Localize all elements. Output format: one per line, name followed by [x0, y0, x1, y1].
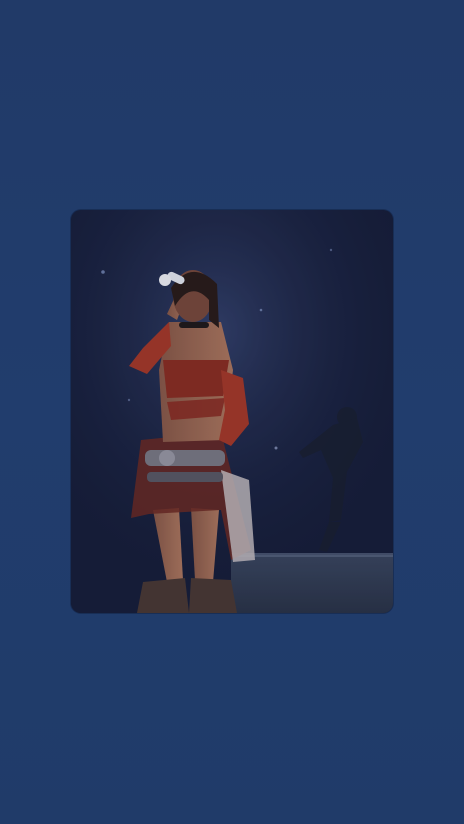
story-viewer-screen: [0, 0, 464, 824]
media-photo[interactable]: [71, 210, 393, 613]
performer-photo-icon: [71, 210, 393, 613]
